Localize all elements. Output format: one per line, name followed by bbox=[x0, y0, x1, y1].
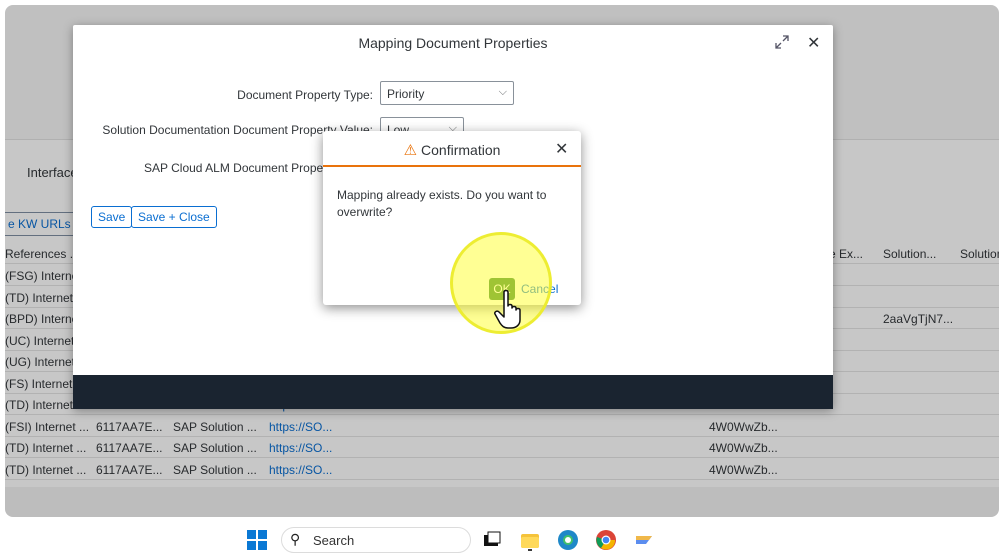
close-icon[interactable]: ✕ bbox=[807, 33, 823, 52]
edge-icon[interactable] bbox=[557, 529, 579, 551]
confirmation-header: ⚠ Confirmation ✕ bbox=[323, 131, 581, 167]
chevron-down-icon: ⌵ bbox=[498, 86, 507, 98]
chrome-icon[interactable] bbox=[595, 529, 617, 551]
warning-icon: ⚠ bbox=[403, 142, 418, 159]
property-type-select[interactable]: Priority ⌵ bbox=[380, 81, 514, 105]
hand-cursor-icon bbox=[492, 288, 526, 330]
windows-start-icon[interactable] bbox=[247, 530, 267, 550]
expand-icon[interactable] bbox=[775, 35, 791, 51]
file-explorer-icon[interactable] bbox=[519, 529, 541, 551]
taskbar: ⚲ Search bbox=[0, 520, 1004, 560]
task-view-icon[interactable] bbox=[481, 529, 503, 551]
confirmation-title: Confirmation bbox=[421, 142, 501, 158]
confirmation-message: Mapping already exists. Do you want to o… bbox=[337, 188, 547, 219]
taskbar-search[interactable]: ⚲ Search bbox=[281, 527, 471, 553]
close-icon[interactable]: ✕ bbox=[555, 139, 568, 159]
taskbar-search-placeholder: Search bbox=[313, 533, 355, 548]
save-close-button[interactable]: Save + Close bbox=[131, 206, 217, 228]
save-button[interactable]: Save bbox=[91, 206, 133, 228]
property-type-label: Document Property Type: bbox=[237, 88, 373, 102]
mapping-dialog-title: Mapping Document Properties bbox=[358, 35, 548, 51]
search-icon: ⚲ bbox=[290, 531, 301, 547]
app-window: Interface e KW URLs References ... e Ex..… bbox=[5, 5, 999, 517]
mapping-dialog-footer bbox=[73, 375, 833, 409]
teams-icon[interactable] bbox=[633, 529, 655, 551]
